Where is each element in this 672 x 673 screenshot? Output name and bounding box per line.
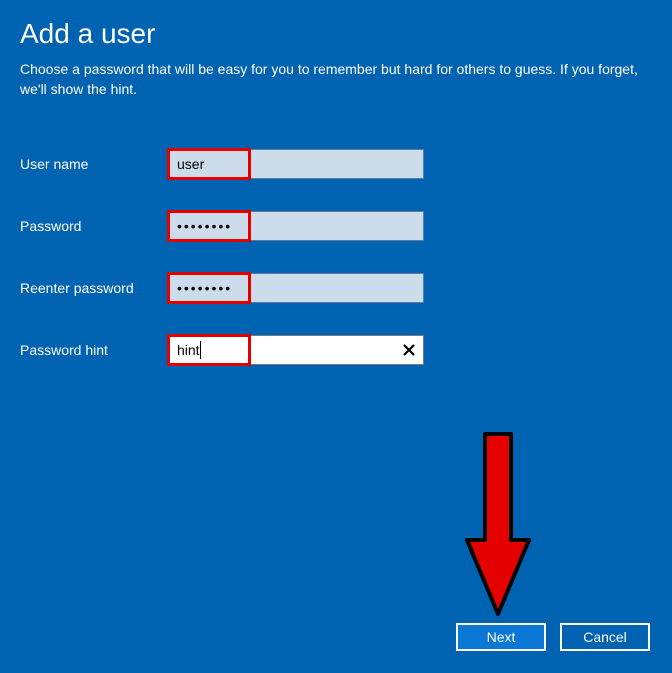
username-label: User name — [20, 156, 168, 172]
page-subtitle: Choose a password that will be easy for … — [20, 60, 640, 99]
row-reenter-password: Reenter password — [20, 273, 652, 303]
row-username: User name — [20, 149, 652, 179]
next-button[interactable]: Next — [456, 623, 546, 651]
arrow-annotation — [463, 430, 533, 625]
reenter-password-label: Reenter password — [20, 280, 168, 296]
row-password: Password — [20, 211, 652, 241]
password-hint-input[interactable] — [168, 335, 424, 365]
username-input[interactable] — [168, 149, 424, 179]
password-hint-label: Password hint — [20, 342, 168, 358]
password-label: Password — [20, 218, 168, 234]
reenter-password-input[interactable] — [168, 273, 424, 303]
password-input[interactable] — [168, 211, 424, 241]
page-title: Add a user — [20, 18, 652, 50]
close-icon — [402, 343, 416, 357]
clear-input-button[interactable] — [396, 337, 422, 363]
row-password-hint: Password hint — [20, 335, 652, 365]
footer-buttons: Next Cancel — [456, 623, 650, 651]
cancel-button[interactable]: Cancel — [560, 623, 650, 651]
